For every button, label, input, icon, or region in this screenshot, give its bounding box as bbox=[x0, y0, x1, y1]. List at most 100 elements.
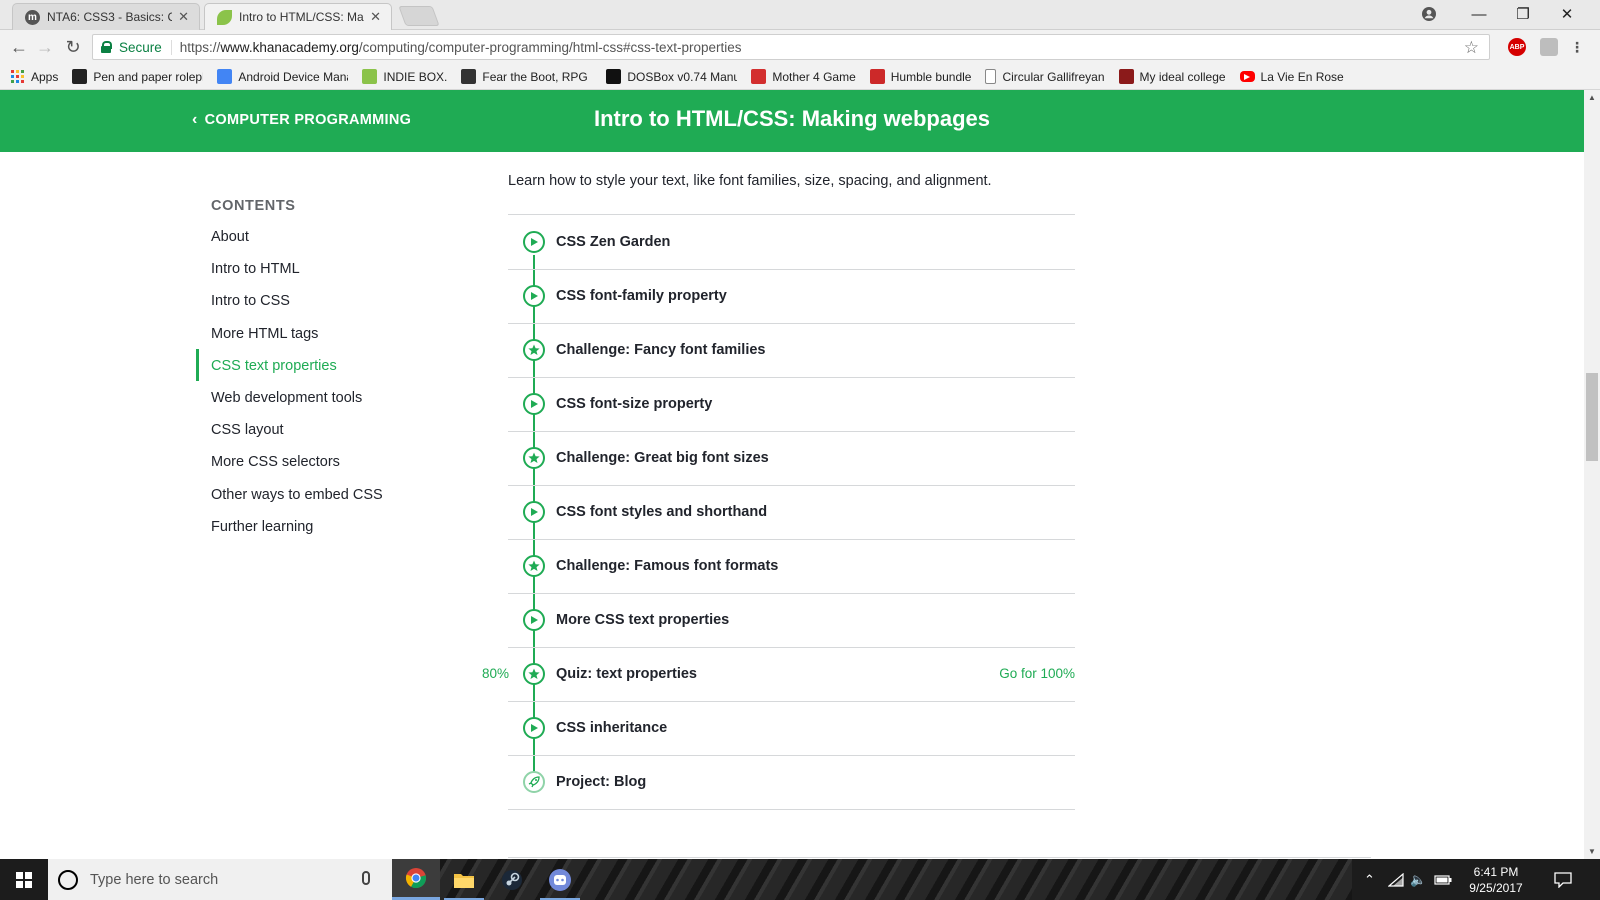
bookmark-item[interactable]: My ideal college bbox=[1118, 69, 1226, 84]
taskbar-clock[interactable]: 6:41 PM 9/25/2017 bbox=[1458, 864, 1534, 896]
content-list-item[interactable]: Quiz: text properties 80% Go for 100% bbox=[482, 647, 1075, 702]
bookmark-label: DOSBox v0.74 Manua bbox=[627, 69, 738, 84]
humble-icon bbox=[869, 69, 885, 84]
google-g-icon bbox=[217, 69, 233, 84]
browser-tab-1[interactable]: m NTA6: CSS3 - Basics: CSS ✕ bbox=[12, 3, 200, 30]
content-item-title[interactable]: Quiz: text properties bbox=[556, 666, 697, 682]
content-list-item[interactable]: CSS font styles and shorthand bbox=[508, 485, 1075, 540]
wifi-icon[interactable] bbox=[1388, 859, 1404, 900]
sidebar-item-other-ways-to-embed-css[interactable]: Other ways to embed CSS bbox=[211, 487, 383, 503]
tab-title: Intro to HTML/CSS: Maki bbox=[239, 10, 365, 24]
bookmark-item[interactable]: INDIE BOX. bbox=[362, 69, 447, 84]
volume-icon[interactable]: 🔈 bbox=[1410, 859, 1426, 900]
sidebar-item-web-development-tools[interactable]: Web development tools bbox=[211, 390, 362, 406]
content-item-title[interactable]: Challenge: Famous font formats bbox=[556, 558, 778, 574]
reload-icon[interactable]: ↻ bbox=[62, 36, 84, 58]
sidebar-item-css-text-properties[interactable]: CSS text properties bbox=[211, 358, 337, 374]
bookmark-item[interactable]: Humble bundle bbox=[869, 69, 972, 84]
star-icon bbox=[523, 447, 545, 469]
bookmark-item[interactable]: Apps bbox=[10, 69, 58, 84]
content-list-item[interactable]: CSS font-size property bbox=[508, 377, 1075, 432]
page-scrollbar[interactable]: ▲ ▼ bbox=[1584, 90, 1600, 859]
sidebar-item-more-css-selectors[interactable]: More CSS selectors bbox=[211, 454, 340, 470]
play-icon bbox=[523, 393, 545, 415]
content-list-item[interactable]: More CSS text properties bbox=[508, 593, 1075, 648]
file-explorer-icon[interactable] bbox=[440, 859, 488, 900]
new-tab-button[interactable] bbox=[398, 6, 440, 26]
content-list-item[interactable]: CSS inheritance bbox=[508, 701, 1075, 756]
adblock-icon[interactable]: ABP bbox=[1508, 38, 1526, 56]
scroll-up-arrow-icon[interactable]: ▲ bbox=[1584, 93, 1600, 102]
browser-tab-2[interactable]: Intro to HTML/CSS: Maki ✕ bbox=[204, 3, 392, 30]
address-bar[interactable]: Secure https://www.khanacademy.org/compu… bbox=[92, 34, 1490, 60]
bookmarks-bar: Apps Pen and paper rolepl Android Device M… bbox=[0, 64, 1600, 90]
chrome-taskbar-icon[interactable] bbox=[392, 859, 440, 900]
sidebar-item-css-layout[interactable]: CSS layout bbox=[211, 422, 284, 438]
bookmark-label: Apps bbox=[31, 69, 59, 84]
sidebar-item-further-learning[interactable]: Further learning bbox=[211, 519, 313, 535]
back-arrow-icon[interactable]: ← bbox=[8, 36, 30, 58]
bookmark-label: Humble bundle bbox=[890, 69, 972, 84]
youtube-icon bbox=[1239, 71, 1255, 82]
show-hidden-icons[interactable]: ⌃ bbox=[1364, 859, 1375, 900]
active-indicator bbox=[196, 348, 199, 381]
close-tab-icon[interactable]: ✕ bbox=[178, 9, 189, 25]
discord-icon[interactable] bbox=[536, 859, 584, 900]
steam-icon[interactable] bbox=[488, 859, 536, 900]
scrollbar-thumb[interactable] bbox=[1586, 373, 1598, 461]
windows-taskbar: Type here to search ⌃ 🔈 6:41 PM 9/25/201… bbox=[0, 859, 1600, 900]
content-list-item[interactable]: CSS font-family property bbox=[508, 269, 1075, 324]
content-item-title[interactable]: CSS inheritance bbox=[556, 720, 667, 736]
extension-icon[interactable] bbox=[1540, 38, 1558, 56]
content-list-item[interactable]: Challenge: Great big font sizes bbox=[508, 431, 1075, 486]
restore-icon[interactable]: ❐ bbox=[1500, 0, 1546, 28]
bookmark-item[interactable]: Pen and paper rolepl bbox=[72, 69, 203, 84]
content-item-title[interactable]: More CSS text properties bbox=[556, 612, 729, 628]
menu-dots-icon[interactable]: ⋮ bbox=[1568, 38, 1586, 56]
content-item-title[interactable]: CSS font-family property bbox=[556, 288, 727, 304]
bookmark-star-icon[interactable]: ☆ bbox=[1464, 38, 1479, 58]
content-item-title[interactable]: Project: Blog bbox=[556, 774, 646, 790]
content-list-item[interactable]: Project: Blog bbox=[508, 755, 1075, 810]
microphone-icon[interactable] bbox=[362, 871, 370, 885]
content-item-title[interactable]: CSS font-size property bbox=[556, 396, 712, 412]
scroll-down-arrow-icon[interactable]: ▼ bbox=[1584, 847, 1600, 856]
bookmark-item[interactable]: DOSBox v0.74 Manua bbox=[606, 69, 737, 84]
content-item-title[interactable]: Challenge: Fancy font families bbox=[556, 342, 766, 358]
close-tab-icon[interactable]: ✕ bbox=[370, 9, 381, 25]
bookmark-item[interactable]: Fear the Boot, RPG Pc bbox=[461, 69, 592, 84]
minimize-icon[interactable]: — bbox=[1456, 0, 1502, 28]
close-window-icon[interactable]: ✕ bbox=[1544, 0, 1590, 28]
bookmark-item[interactable]: Circular Gallifreyan bbox=[985, 69, 1105, 84]
sidebar-item-about[interactable]: About bbox=[211, 229, 249, 245]
content-list-item[interactable]: Challenge: Fancy font families bbox=[508, 323, 1075, 378]
profile-icon[interactable] bbox=[1406, 0, 1452, 28]
content-list-item[interactable]: CSS Zen Garden bbox=[508, 215, 1075, 270]
bookmark-label: Mother 4 Game bbox=[772, 69, 856, 84]
forward-arrow-icon[interactable]: → bbox=[34, 36, 56, 58]
bookmark-item[interactable]: La Vie En Rose bbox=[1239, 69, 1344, 84]
url-text[interactable]: https://www.khanacademy.org/computing/co… bbox=[180, 40, 742, 55]
college-icon bbox=[1118, 69, 1134, 84]
play-icon bbox=[523, 501, 545, 523]
sidebar-item-intro-to-html[interactable]: Intro to HTML bbox=[211, 261, 300, 277]
star-icon bbox=[523, 339, 545, 361]
play-icon bbox=[523, 717, 545, 739]
sidebar-item-more-html-tags[interactable]: More HTML tags bbox=[211, 326, 318, 342]
go-for-100-link[interactable]: Go for 100% bbox=[999, 666, 1075, 681]
content-list-item[interactable]: Challenge: Famous font formats bbox=[508, 539, 1075, 594]
play-icon bbox=[523, 285, 545, 307]
bookmark-item[interactable]: Mother 4 Game bbox=[751, 69, 856, 84]
sidebar-item-intro-to-css[interactable]: Intro to CSS bbox=[211, 293, 290, 309]
content-item-title[interactable]: Challenge: Great big font sizes bbox=[556, 450, 769, 466]
content-item-title[interactable]: CSS Zen Garden bbox=[556, 234, 670, 250]
bookmark-label: La Vie En Rose bbox=[1260, 69, 1344, 84]
windows-start-icon[interactable] bbox=[0, 859, 48, 900]
taskbar-search-box[interactable]: Type here to search bbox=[48, 859, 392, 900]
bookmark-item[interactable]: Android Device Mana bbox=[217, 69, 348, 84]
dosbox-icon bbox=[606, 69, 622, 84]
action-center-icon[interactable] bbox=[1554, 859, 1572, 900]
battery-icon[interactable] bbox=[1434, 859, 1452, 900]
clock-time: 6:41 PM bbox=[1473, 865, 1519, 879]
content-item-title[interactable]: CSS font styles and shorthand bbox=[556, 504, 767, 520]
